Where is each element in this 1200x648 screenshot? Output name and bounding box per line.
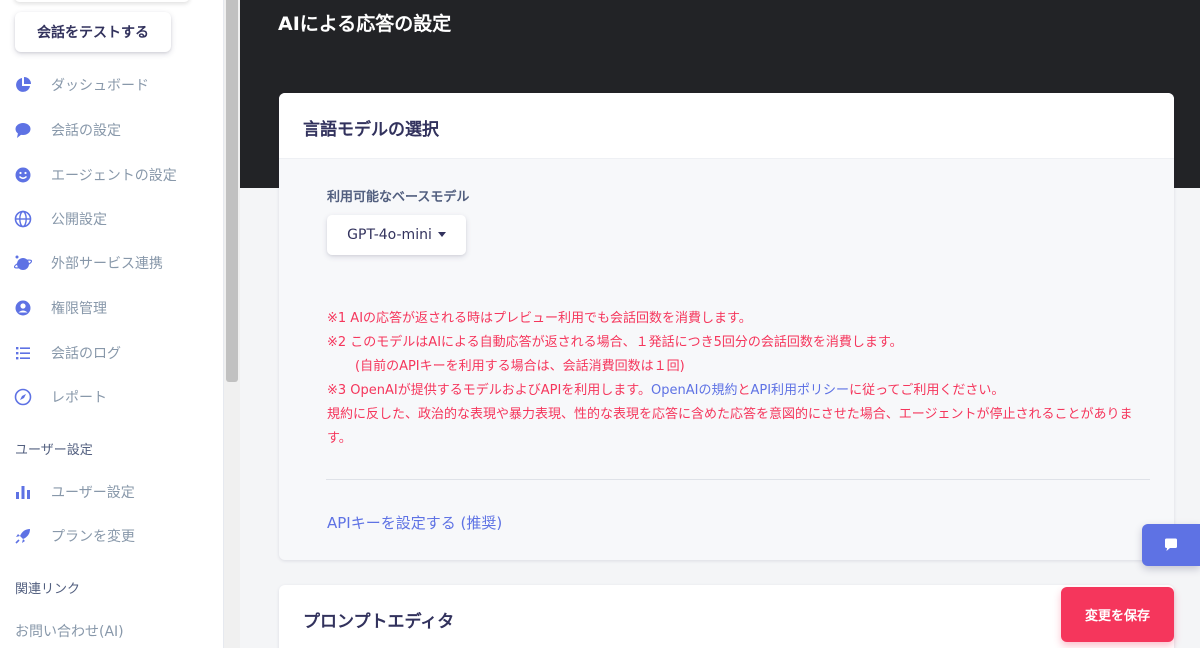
chat-bubble-icon xyxy=(1165,538,1177,551)
sidebar-item-conversation-log[interactable]: 会話のログ xyxy=(0,335,223,371)
page-title: AIによる応答の設定 xyxy=(278,13,452,35)
sidebar-item-conversation-settings[interactable]: 会話の設定 xyxy=(0,112,223,148)
user-circle-icon xyxy=(15,300,31,316)
model-select-dropdown[interactable]: GPT-4o-mini xyxy=(327,215,466,255)
note-4: 規約に反した、政治的な表現や暴力表現、性的な表現を応答に含めた応答を意図的にさせ… xyxy=(327,407,1133,446)
openai-terms-link[interactable]: OpenAIの規約 xyxy=(651,383,737,398)
contact-ai-link[interactable]: お問い合わせ(AI) xyxy=(15,621,124,641)
sidebar-item-label: 権限管理 xyxy=(51,301,107,317)
card-title: 言語モデルの選択 xyxy=(303,120,439,140)
sidebar-item-agent-settings[interactable]: エージェントの設定 xyxy=(0,157,223,193)
sidebar-item-label: ダッシュボード xyxy=(51,78,149,94)
sidebar-item-permissions[interactable]: 権限管理 xyxy=(0,290,223,326)
bar-chart-icon xyxy=(16,486,30,499)
note-3: ※3 OpenAIが提供するモデルおよびAPIを利用します。OpenAIの規約と… xyxy=(327,379,1157,403)
planet-icon xyxy=(14,255,32,270)
note-2: ※2 このモデルはAIによる自動応答が返される場合、１発話につき5回分の会話回数… xyxy=(327,335,903,350)
user-settings-section-title: ユーザー設定 xyxy=(15,443,93,458)
list-icon xyxy=(16,347,30,360)
note-3-prefix: ※3 OpenAIが提供するモデルおよびAPIを利用します。 xyxy=(327,383,652,398)
sidebar-item-dashboard[interactable]: ダッシュボード xyxy=(0,67,223,103)
sidebar-item-label: 公開設定 xyxy=(51,212,107,228)
pie-chart-icon xyxy=(16,77,31,92)
sidebar-item-label: 会話のログ xyxy=(51,346,121,362)
sidebar-scrollbar-thumb[interactable] xyxy=(226,0,238,382)
rocket-icon xyxy=(15,529,30,544)
selected-model-value: GPT-4o-mini xyxy=(347,227,432,243)
sidebar-item-label: プランを変更 xyxy=(51,529,135,545)
prompt-editor-card: プロンプトエディタ xyxy=(279,585,1174,648)
chat-widget-button[interactable] xyxy=(1142,524,1200,566)
test-conversation-button[interactable]: 会話をテストする xyxy=(15,12,171,52)
sidebar-item-external-services[interactable]: 外部サービス連携 xyxy=(0,245,223,281)
sidebar-top-button-stub[interactable] xyxy=(14,0,190,2)
sidebar-item-report[interactable]: レポート xyxy=(0,379,223,415)
language-model-card: 言語モデルの選択 利用可能なベースモデル GPT-4o-mini ※1 AIの応… xyxy=(279,93,1174,560)
note-3-and: と xyxy=(737,383,751,398)
sidebar-item-label: ユーザー設定 xyxy=(51,485,135,501)
sidebar-item-label: 外部サービス連携 xyxy=(51,256,163,272)
sidebar-item-label: 会話の設定 xyxy=(51,123,121,139)
usage-notes: ※1 AIの応答が返される時はプレビュー利用でも会話回数を消費します。 ※2 こ… xyxy=(327,307,1157,451)
sidebar-item-change-plan[interactable]: プランを変更 xyxy=(0,518,223,554)
caret-down-icon xyxy=(437,231,446,237)
card-title: プロンプトエディタ xyxy=(303,612,455,632)
smiley-icon xyxy=(15,167,31,183)
note-3-suffix: に従ってご利用ください。 xyxy=(849,383,1005,398)
sidebar-item-label: エージェントの設定 xyxy=(51,168,177,184)
sidebar: 会話をテストする ダッシュボード 会話の設定 エージェントの設定 公開設定 外部… xyxy=(0,0,224,648)
sidebar-item-label: レポート xyxy=(51,390,107,406)
chat-bubble-icon xyxy=(15,123,31,138)
sidebar-item-user-settings[interactable]: ユーザー設定 xyxy=(0,474,223,510)
sidebar-item-publish-settings[interactable]: 公開設定 xyxy=(0,201,223,237)
related-links-section-title: 関連リンク xyxy=(15,582,81,597)
api-policy-link[interactable]: API利用ポリシー xyxy=(750,383,849,398)
compass-icon xyxy=(14,388,32,406)
note-1: ※1 AIの応答が返される時はプレビュー利用でも会話回数を消費します。 xyxy=(327,311,752,326)
card-header: 言語モデルの選択 xyxy=(279,93,1174,159)
globe-icon xyxy=(14,210,32,228)
set-api-key-link[interactable]: APIキーを設定する (推奨) xyxy=(327,512,502,533)
note-2-sub: (自前のAPIキーを利用する場合は、会話消費回数は１回) xyxy=(355,359,685,374)
save-changes-button[interactable]: 変更を保存 xyxy=(1061,587,1174,642)
base-model-label: 利用可能なベースモデル xyxy=(327,190,470,205)
divider xyxy=(326,479,1150,480)
